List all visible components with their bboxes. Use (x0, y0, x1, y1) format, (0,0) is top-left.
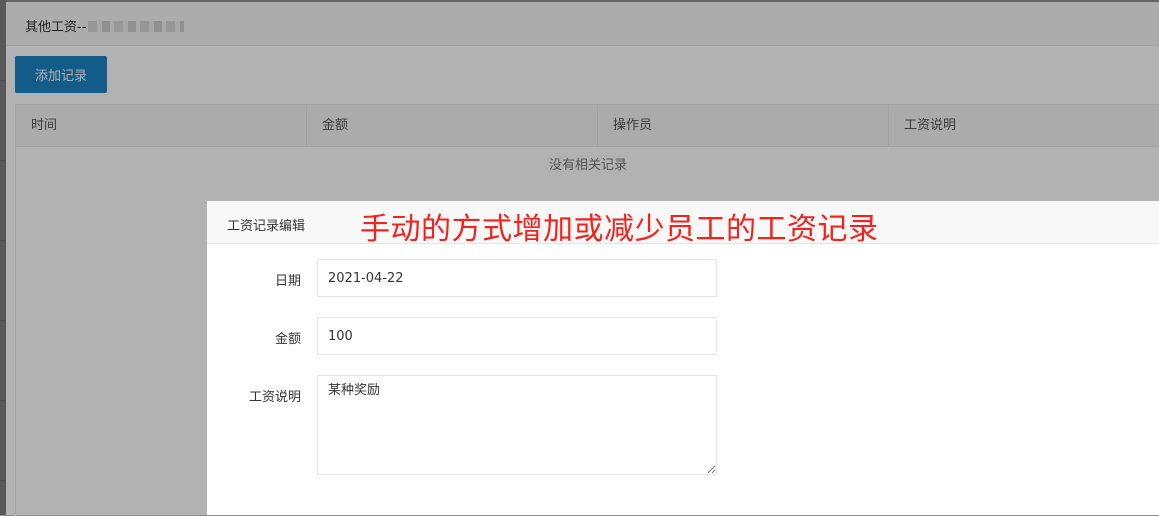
amount-input[interactable] (317, 317, 717, 355)
salary-description-textarea[interactable]: 某种奖励 (317, 375, 717, 475)
date-input[interactable] (317, 259, 717, 297)
amount-label: 金额 (274, 332, 301, 347)
date-label: 日期 (274, 274, 301, 289)
salary-record-edit-dialog: 工资记录编辑 手动的方式增加或减少员工的工资记录 日期 金额 工资说明 某种奖励 (207, 201, 1159, 515)
salary-description-label: 工资说明 (248, 390, 301, 405)
red-annotation-text: 手动的方式增加或减少员工的工资记录 (360, 212, 879, 247)
edit-dialog-title: 工资记录编辑 (227, 219, 306, 234)
edit-dialog-header: 工资记录编辑 手动的方式增加或减少员工的工资记录 (207, 201, 1159, 247)
